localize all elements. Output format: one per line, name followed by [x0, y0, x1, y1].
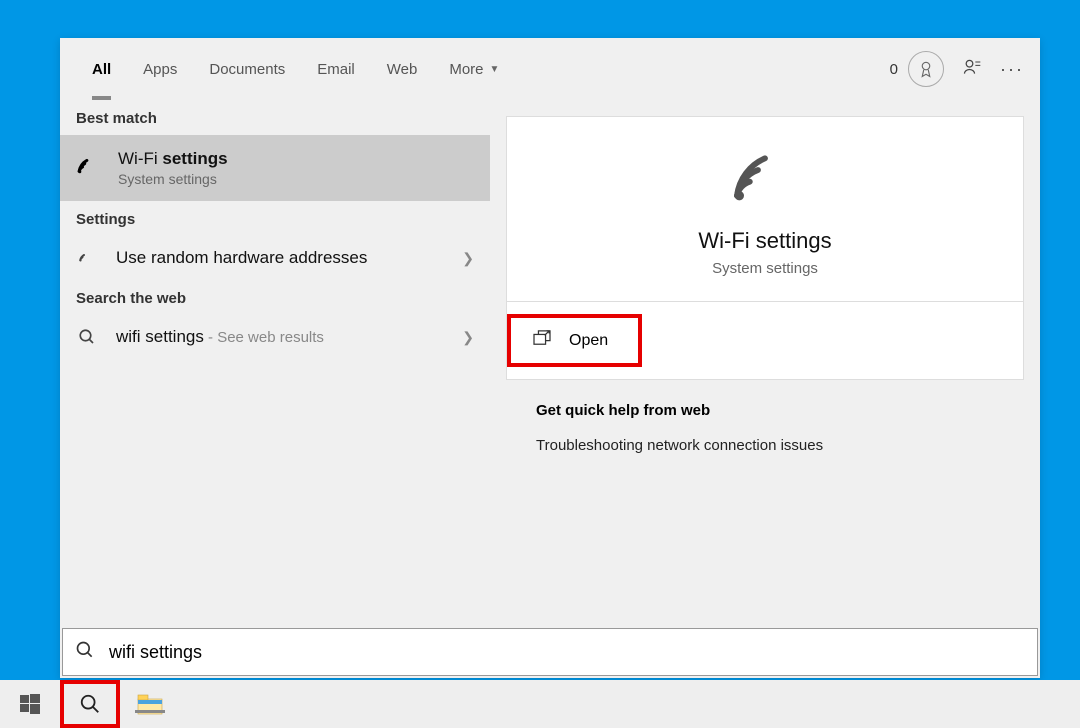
result-label: wifi settings - See web results — [116, 327, 324, 347]
preview-card: Wi-Fi settings System settings — [506, 116, 1024, 302]
open-row: Open — [506, 302, 1024, 380]
result-title-bold: settings — [162, 149, 227, 168]
result-label: Use random hardware addresses — [116, 248, 367, 268]
result-web-search[interactable]: wifi settings - See web results ❯ — [60, 315, 490, 359]
section-settings: Settings — [60, 201, 490, 236]
chevron-right-icon: ❯ — [462, 329, 474, 346]
results-column: Best match Wi-Fi settings System setting… — [60, 100, 490, 628]
chevron-down-icon: ▼ — [490, 64, 500, 75]
feedback-icon[interactable] — [962, 57, 982, 82]
help-header: Get quick help from web — [536, 402, 994, 419]
open-label: Open — [569, 332, 608, 350]
open-icon — [533, 330, 551, 351]
search-input[interactable] — [109, 642, 1025, 663]
wifi-icon — [76, 250, 98, 266]
start-button[interactable] — [0, 680, 60, 728]
tab-more[interactable]: More ▼ — [433, 38, 515, 100]
section-search-web: Search the web — [60, 280, 490, 315]
search-bar[interactable] — [62, 628, 1038, 676]
result-random-hardware[interactable]: Use random hardware addresses ❯ — [60, 236, 490, 280]
medal-icon — [908, 51, 944, 87]
help-link-troubleshoot[interactable]: Troubleshooting network connection issue… — [536, 437, 994, 454]
taskbar-search-button[interactable] — [60, 680, 120, 728]
result-subtitle: System settings — [118, 171, 474, 187]
wifi-icon — [76, 157, 102, 179]
rewards-count: 0 — [890, 61, 898, 78]
preview-title: Wi-Fi settings — [698, 228, 831, 254]
wifi-icon — [730, 149, 800, 210]
tabs-right-controls: 0 ··· — [890, 51, 1024, 87]
search-panel: All Apps Documents Email Web More ▼ 0 ··… — [60, 38, 1040, 678]
web-suffix: - See web results — [204, 329, 324, 346]
section-best-match: Best match — [60, 100, 490, 135]
result-text: Wi-Fi settings System settings — [118, 149, 474, 187]
search-tabs: All Apps Documents Email Web More ▼ 0 ··… — [60, 38, 1040, 100]
search-icon — [76, 328, 98, 346]
rewards-button[interactable]: 0 — [890, 51, 944, 87]
result-title-prefix: Wi-Fi — [118, 149, 162, 168]
more-icon[interactable]: ··· — [1000, 59, 1024, 80]
taskbar — [0, 680, 1080, 728]
tab-email[interactable]: Email — [301, 38, 371, 100]
tab-documents[interactable]: Documents — [193, 38, 301, 100]
tab-all[interactable]: All — [76, 38, 127, 100]
preview-column: Wi-Fi settings System settings Open — [490, 100, 1040, 628]
tab-apps[interactable]: Apps — [127, 38, 193, 100]
help-section: Get quick help from web Troubleshooting … — [506, 380, 1024, 476]
web-query: wifi settings — [116, 327, 204, 346]
taskbar-file-explorer[interactable] — [120, 693, 180, 715]
result-title: Wi-Fi settings — [118, 149, 474, 169]
chevron-right-icon: ❯ — [462, 250, 474, 267]
search-icon — [75, 640, 95, 665]
tab-more-label: More — [449, 61, 483, 78]
preview-subtitle: System settings — [712, 260, 818, 277]
tab-web[interactable]: Web — [371, 38, 434, 100]
open-button[interactable]: Open — [507, 314, 642, 367]
result-wifi-settings[interactable]: Wi-Fi settings System settings — [60, 135, 490, 201]
search-content: Best match Wi-Fi settings System setting… — [60, 100, 1040, 628]
